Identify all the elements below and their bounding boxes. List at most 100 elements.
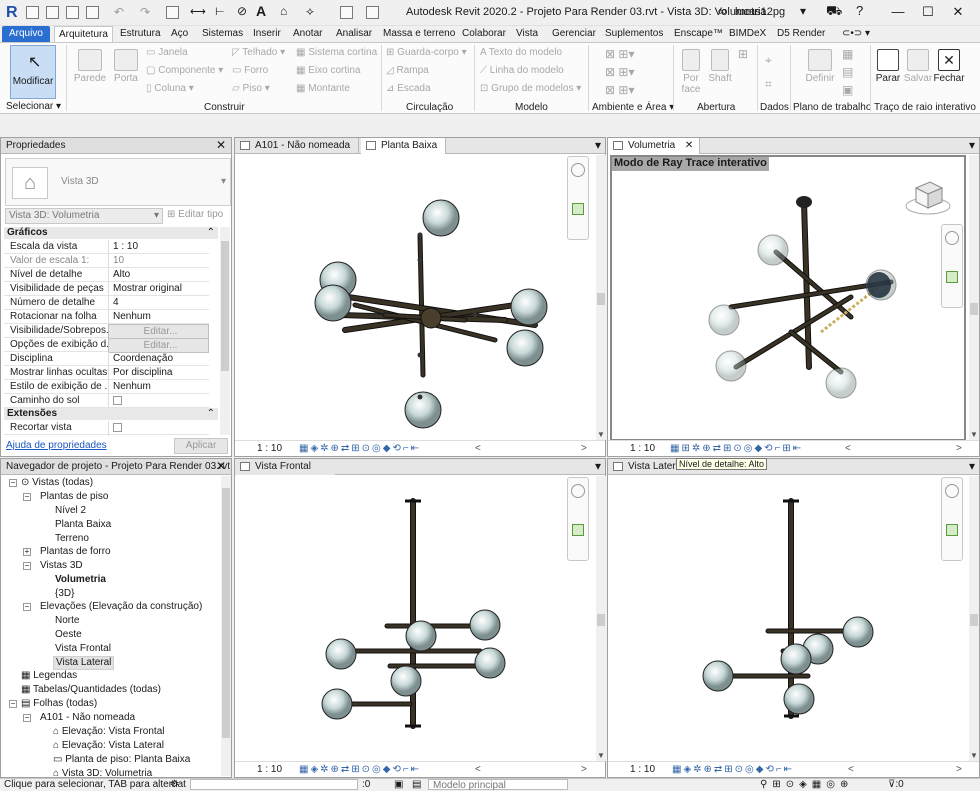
revit-logo[interactable]: R bbox=[6, 4, 20, 21]
tree-vistas-3d[interactable]: Vistas 3D bbox=[40, 560, 83, 572]
open-icon[interactable] bbox=[26, 6, 39, 19]
tab-sistemas[interactable]: Sistemas bbox=[198, 26, 247, 42]
tree-planta-baixa[interactable]: Planta Baixa bbox=[55, 519, 111, 531]
tree-norte[interactable]: Norte bbox=[55, 615, 79, 627]
shaft-button[interactable]: Shaft bbox=[704, 45, 736, 97]
tree-sheet-elev-lateral[interactable]: ⌂ Elevação: Vista Lateral bbox=[53, 740, 164, 752]
folder-icon[interactable] bbox=[46, 6, 59, 19]
show-workplane-icon[interactable]: ▦ bbox=[842, 47, 853, 61]
prop-row[interactable]: Caminho do sol bbox=[4, 394, 209, 409]
prop-row[interactable]: Opções de exibição d... Editar... bbox=[4, 338, 209, 353]
tree-a101[interactable]: A101 - Não nomeada bbox=[40, 712, 135, 724]
floor-button[interactable]: ▱ Piso ▾ bbox=[232, 83, 270, 94]
switch-windows-icon[interactable] bbox=[366, 6, 379, 19]
grid-icon[interactable]: ⌗ bbox=[765, 77, 772, 92]
tab-arquitetura[interactable]: Arquitetura bbox=[54, 26, 113, 42]
tree-vista-lateral[interactable]: Vista Lateral bbox=[53, 656, 115, 670]
filter-icon[interactable]: ⚙ bbox=[170, 779, 179, 790]
tab-suplementos[interactable]: Suplementos bbox=[601, 26, 667, 42]
component-button[interactable]: ▢ Componente ▾ bbox=[146, 65, 223, 76]
tab-bimdex[interactable]: BIMDeX bbox=[725, 26, 770, 42]
view-scale[interactable]: 1 : 10 bbox=[257, 762, 282, 777]
tab-vista[interactable]: Vista bbox=[512, 26, 542, 42]
navigation-bar[interactable] bbox=[567, 156, 589, 240]
view-scrollbar[interactable]: ▼ bbox=[596, 155, 606, 440]
hscroll-right-icon[interactable]: > bbox=[581, 441, 587, 456]
view-scale[interactable]: 1 : 10 bbox=[630, 441, 655, 456]
curtain-grid-button[interactable]: ▦ Eixo cortina bbox=[296, 65, 360, 76]
tree-legendas[interactable]: ▦ Legendas bbox=[21, 670, 77, 682]
zoom-icon[interactable] bbox=[946, 524, 958, 536]
filter-count-icon[interactable]: ⊽:0 bbox=[888, 779, 904, 790]
section-graficos[interactable]: Gráficos ⌃ bbox=[4, 227, 218, 239]
view-controls-icons[interactable]: ▦◈✲⊕⇄⊞⊙◎◆⟲⌐⇤ bbox=[299, 441, 421, 456]
prop-row[interactable]: Disciplina Coordenação bbox=[4, 352, 209, 366]
tree-vista-frontal[interactable]: Vista Frontal bbox=[55, 643, 111, 655]
tab-planta-baixa[interactable]: Planta Baixa bbox=[361, 138, 447, 154]
column-button[interactable]: ▯ Coluna ▾ bbox=[146, 83, 194, 94]
hscroll-left-icon[interactable]: < bbox=[845, 441, 851, 456]
tree-terreno[interactable]: Terreno bbox=[55, 533, 89, 545]
prop-row[interactable]: Visibilidade/Sobrepos... Editar... bbox=[4, 324, 209, 339]
navigation-bar[interactable] bbox=[941, 477, 963, 561]
view-scrollbar[interactable]: ▼ bbox=[596, 476, 606, 761]
type-selector[interactable]: ⌂ Vista 3D ▾ bbox=[5, 158, 231, 206]
roof-button[interactable]: ◸ Telhado ▾ bbox=[232, 47, 285, 58]
collapse-icon[interactable]: − bbox=[23, 562, 31, 570]
scroll-thumb[interactable] bbox=[597, 614, 605, 626]
by-face-button[interactable]: Por face bbox=[676, 45, 706, 97]
stair-button[interactable]: ⊿ Escada bbox=[386, 83, 431, 94]
prop-row[interactable]: Estilo de exibição de ... Nenhum bbox=[4, 380, 209, 394]
instance-selector[interactable]: Vista 3D: Volumetria ▾ bbox=[5, 208, 163, 224]
view-vista-lateral[interactable]: Vista Lateral ▾ ▼ 1 : 10 ▦◈✲⊕⇄⊞⊙◎◆⟲⌐⇤ < … bbox=[607, 458, 980, 778]
curtain-system-button[interactable]: ▦ Sistema cortina bbox=[296, 47, 377, 58]
modify-button[interactable]: ↖ Modificar bbox=[10, 45, 56, 99]
tree-sheet-planta[interactable]: ▭ Planta de piso: Planta Baixa bbox=[53, 754, 190, 766]
save-render-button[interactable]: Salvar bbox=[902, 45, 934, 97]
tab-massa-terreno[interactable]: Massa e terreno bbox=[379, 26, 459, 42]
design-options-icon[interactable]: ▣ bbox=[394, 779, 403, 790]
view-controls-icons[interactable]: ▦◈✲⊕⇄⊞⊙◎◆⟲⌐⇤ bbox=[299, 762, 421, 777]
view-menu-icon[interactable]: ▾ bbox=[595, 138, 601, 153]
view-scrollbar[interactable]: ▼ bbox=[969, 155, 979, 440]
collapse-icon[interactable]: − bbox=[23, 714, 31, 722]
navigation-bar[interactable] bbox=[941, 224, 963, 308]
tree-elevacoes[interactable]: Elevações (Elevação da construção) bbox=[40, 601, 202, 613]
properties-help-link[interactable]: Ajuda de propriedades bbox=[6, 440, 107, 451]
save-icon[interactable] bbox=[66, 6, 79, 19]
tab-aco[interactable]: Aço bbox=[167, 26, 192, 42]
prop-row[interactable]: Número de detalhe 4 bbox=[4, 296, 209, 310]
ramp-button[interactable]: ◿ Rampa bbox=[386, 65, 429, 76]
steering-wheel-icon[interactable] bbox=[945, 484, 959, 498]
tag-room-icon[interactable]: ⊠ ⊞▾ bbox=[605, 83, 634, 97]
door-button[interactable]: Porta bbox=[106, 45, 146, 97]
edit-type-button[interactable]: ⊞ Editar tipo bbox=[167, 209, 223, 220]
hscroll-right-icon[interactable]: > bbox=[956, 441, 962, 456]
level-icon[interactable]: ⌖ bbox=[765, 53, 772, 68]
view-menu-icon[interactable]: ▾ bbox=[595, 459, 601, 474]
hscroll-right-icon[interactable]: > bbox=[956, 762, 962, 777]
collapse-icon[interactable]: − bbox=[23, 603, 31, 611]
close-icon[interactable]: ✕ bbox=[216, 459, 226, 474]
workset-dropdown[interactable] bbox=[190, 779, 358, 790]
view-vista-frontal[interactable]: Vista Frontal ▾ ▼ 1 : 10 ▦◈✲⊕⇄⊞⊙◎◆⟲⌐⇤ < … bbox=[234, 458, 606, 778]
view-volumetria[interactable]: Volumetria ✕ ▾ ▼ 1 : 10 ▦⊞✲⊕⇄⊞⊙◎◆⟲⌐⊞⇤ < > bbox=[607, 137, 980, 457]
tab-arquivo[interactable]: Arquivo bbox=[2, 26, 50, 42]
scroll-thumb[interactable] bbox=[222, 488, 230, 738]
maximize-icon[interactable]: ☐ bbox=[920, 4, 936, 20]
hscroll-left-icon[interactable]: < bbox=[475, 441, 481, 456]
steering-wheel-icon[interactable] bbox=[571, 163, 585, 177]
design-option-dropdown[interactable]: Modelo principal bbox=[428, 779, 568, 791]
sync-icon[interactable] bbox=[86, 6, 99, 19]
steering-wheel-icon[interactable] bbox=[571, 484, 585, 498]
properties-scrollbar[interactable] bbox=[220, 227, 230, 435]
select-dropdown[interactable]: Selecionar ▾ bbox=[6, 101, 61, 112]
crop-view-checkbox[interactable] bbox=[113, 423, 122, 432]
tab-inserir[interactable]: Inserir bbox=[249, 26, 285, 42]
zoom-icon[interactable] bbox=[572, 203, 584, 215]
window-button[interactable]: ▭ Janela bbox=[146, 47, 188, 58]
close-render-button[interactable]: ✕ Fechar bbox=[932, 45, 966, 97]
prop-row[interactable]: Nível de detalhe Alto bbox=[4, 268, 209, 282]
tree-plantas-forro[interactable]: Plantas de forro bbox=[40, 546, 111, 558]
cart-icon[interactable]: ⛟ bbox=[826, 3, 842, 21]
